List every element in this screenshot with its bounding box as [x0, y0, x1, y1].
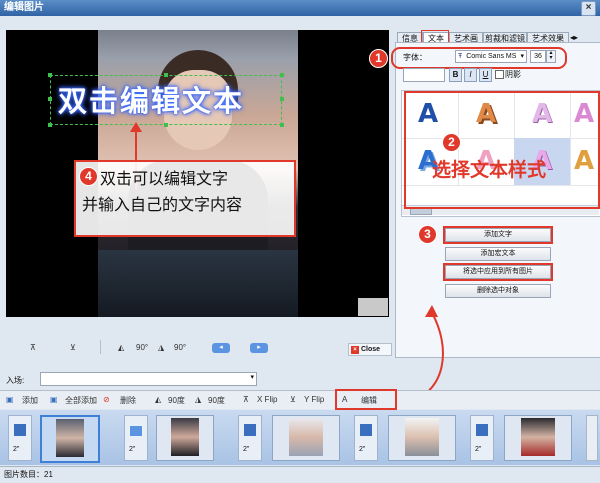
entry-label: 入场:	[6, 376, 25, 385]
image-count-label: 图片数目：	[4, 470, 44, 479]
previous-icon[interactable]: ◂	[212, 343, 230, 353]
y-flip-icon: ⊻	[290, 395, 296, 404]
font-size-spinner[interactable]: ▴ ▾	[546, 50, 556, 63]
resize-handle[interactable]	[280, 97, 284, 101]
callout-line-1: 双击可以编辑文字	[100, 171, 229, 188]
overlay-text[interactable]: 双击编辑文本	[58, 78, 244, 120]
rotate-left-icon: ◭	[155, 395, 162, 404]
x-flip-button[interactable]: X Flip	[257, 395, 277, 404]
photo-thumbnail[interactable]	[388, 415, 456, 461]
resize-handle[interactable]	[280, 123, 284, 127]
add-icon: ▣	[6, 395, 14, 404]
resize-handle[interactable]	[280, 73, 284, 77]
add-text-highlight	[443, 226, 553, 244]
transition-icon	[360, 424, 372, 436]
transition-icon	[130, 426, 142, 436]
align-left-icon[interactable]: ⊼	[30, 343, 36, 352]
transition-slot[interactable]: 2"	[124, 415, 148, 461]
font-type-icon: Ŧ	[458, 53, 463, 60]
italic-button[interactable]: I	[464, 68, 477, 82]
apply-all-highlight	[443, 263, 553, 281]
edit-highlight	[335, 389, 397, 410]
font-label: 字体：	[403, 53, 427, 62]
transition-icon	[244, 424, 256, 436]
add-all-button[interactable]: 全部添加	[65, 395, 97, 406]
bold-button[interactable]: B	[449, 68, 462, 82]
chevron-down-icon: ▾	[520, 53, 524, 60]
photo-thumbnail[interactable]	[504, 415, 572, 461]
step-badge-1: 1	[369, 49, 388, 68]
bottom-toolbar: ▣ 添加 ▣ 全部添加 ⊘ 删除 ◭ 90度 ◮ 90度 ⊼ X Flip ⊻ …	[0, 390, 600, 409]
font-select-value: Comic Sans MS	[466, 53, 517, 60]
image-count-value: 21	[44, 470, 53, 479]
transition-icon	[14, 424, 26, 436]
transition-slot[interactable]: 2"	[8, 415, 32, 461]
delete-icon: ⊘	[103, 395, 110, 404]
x-flip-icon: ⊼	[243, 395, 249, 404]
window-close-button[interactable]: ×	[581, 1, 596, 16]
entry-select[interactable]: ▾	[40, 372, 257, 386]
add-all-icon: ▣	[50, 395, 58, 404]
status-bar: 图片数目：21	[0, 466, 600, 483]
shadow-label: 阴影	[505, 70, 521, 79]
add-button[interactable]: 添加	[22, 395, 38, 406]
filmstrip-scrollbar[interactable]	[586, 415, 598, 461]
y-flip-button[interactable]: Y Flip	[304, 395, 324, 404]
rotate-left-button[interactable]: 90度	[168, 395, 185, 406]
shadow-checkbox[interactable]	[495, 70, 504, 79]
add-macro-text-button[interactable]: 添加宏文本	[445, 247, 551, 261]
chevron-down-icon: ▾	[250, 374, 254, 381]
step-badge-3: 3	[418, 225, 437, 244]
resize-handle[interactable]	[48, 73, 52, 77]
window-title: 编辑图片	[4, 2, 44, 13]
close-button[interactable]: × Close	[348, 343, 392, 356]
transition-icon	[476, 424, 488, 436]
preview-canvas[interactable]: 双击编辑文本 4 双击可以编辑文字 并输入自己的文字内容	[6, 30, 389, 317]
resize-handle[interactable]	[48, 123, 52, 127]
photo-thumbnail[interactable]	[156, 415, 214, 461]
align-right-icon[interactable]: ⊻	[70, 343, 76, 352]
step-badge-4: 4	[79, 167, 98, 186]
close-icon: ×	[351, 346, 359, 354]
delete-button[interactable]: 删除	[120, 395, 136, 406]
rotate-right-button[interactable]: 90度	[208, 395, 225, 406]
font-size-input[interactable]: 36	[530, 50, 546, 63]
underline-button[interactable]: U	[479, 68, 492, 82]
gallery-annotation: 选择文本样式	[432, 160, 547, 181]
gallery-highlight	[404, 91, 600, 209]
callout-line-2: 并输入自己的文字内容	[82, 197, 243, 214]
rotate-right-label[interactable]: 90°	[174, 343, 186, 352]
annotation-callout: 4 双击可以编辑文字 并输入自己的文字内容	[74, 160, 296, 237]
step-badge-2: 2	[442, 133, 461, 152]
delete-selected-button[interactable]: 删除选中对象	[445, 284, 551, 298]
rotate-left-label[interactable]: 90°	[136, 343, 148, 352]
rotate-right-icon: ◮	[195, 395, 202, 404]
transition-slot[interactable]: 2"	[354, 415, 378, 461]
photo-thumbnail[interactable]	[272, 415, 340, 461]
filmstrip: 2" 2" 2" 2" 2"	[0, 410, 600, 465]
rotate-left-icon[interactable]: ◭	[118, 343, 124, 352]
photo-thumbnail-selected[interactable]	[40, 415, 100, 463]
resize-handle[interactable]	[48, 97, 52, 101]
transition-slot[interactable]: 2"	[470, 415, 494, 461]
transition-slot[interactable]: 2"	[238, 415, 262, 461]
rotate-right-icon[interactable]: ◮	[158, 343, 164, 352]
resize-handle[interactable]	[164, 123, 168, 127]
canvas-toolbar: ⊼ ⊻ ◭ 90° ◮ 90° ◂ ▸ × Close	[0, 340, 395, 358]
next-icon[interactable]: ▸	[250, 343, 268, 353]
font-select[interactable]: Ŧ Comic Sans MS ▾	[455, 50, 527, 63]
resize-handle[interactable]	[164, 73, 168, 77]
title-bar: 编辑图片 ×	[0, 0, 600, 16]
text-color-swatch[interactable]	[403, 68, 445, 82]
